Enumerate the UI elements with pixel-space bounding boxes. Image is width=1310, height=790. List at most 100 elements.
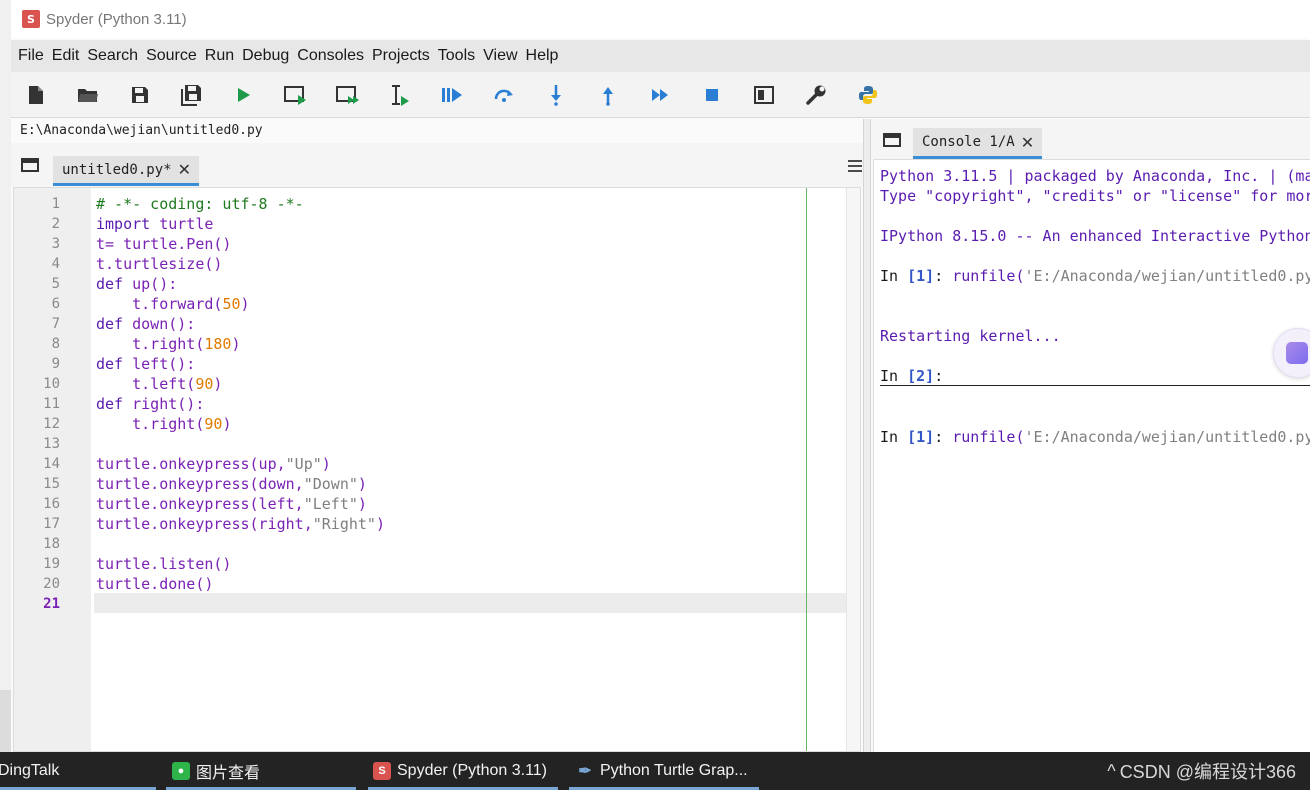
code-text: right(): bbox=[123, 395, 205, 413]
code-line-10: t.left(90) bbox=[96, 374, 222, 394]
prompt-underline bbox=[880, 385, 1310, 386]
console-tab-bar: Console 1/A ✕ bbox=[871, 119, 1310, 159]
maximize-pane-icon[interactable] bbox=[752, 83, 776, 107]
taskbar-item-label: Spyder (Python 3.11) bbox=[397, 762, 548, 779]
code-text: ) bbox=[375, 515, 385, 533]
code-string: "Left" bbox=[303, 495, 358, 513]
pane-browse-tabs-icon[interactable] bbox=[883, 132, 901, 151]
menu-help[interactable]: Help bbox=[526, 47, 559, 65]
prompt-in: In bbox=[880, 267, 899, 285]
close-tab-icon[interactable]: ✕ bbox=[1021, 133, 1034, 152]
edge-line bbox=[806, 188, 807, 751]
code-string: "Right" bbox=[312, 515, 376, 533]
menu-run[interactable]: Run bbox=[205, 47, 234, 65]
line-number: 1 bbox=[51, 196, 60, 212]
code-editor[interactable]: 1 2 3 4 5 6 7 8 9 10 11 12 13 14 15 16 1… bbox=[13, 187, 861, 752]
new-file-icon[interactable] bbox=[24, 83, 48, 107]
code-line-15: turtle.onkeypress(down,"Down") bbox=[96, 474, 367, 494]
editor-tab-bar: untitled0.py* ✕ bbox=[11, 143, 863, 187]
tray-chevron-icon[interactable]: ^ bbox=[1107, 761, 1115, 782]
console-prompt-line[interactable]: In [2]: bbox=[880, 366, 943, 386]
python-path-icon[interactable] bbox=[856, 83, 880, 107]
save-all-icon[interactable] bbox=[180, 83, 204, 107]
line-number: 4 bbox=[51, 256, 60, 272]
console-input-line: In [1]: runfile('E:/Anaconda/wejian/unti… bbox=[880, 266, 1310, 286]
line-number: 6 bbox=[51, 296, 60, 312]
stop-debug-icon[interactable] bbox=[700, 83, 724, 107]
line-number: 19 bbox=[43, 556, 60, 572]
run-cell-advance-icon[interactable] bbox=[336, 83, 360, 107]
line-number: 3 bbox=[51, 236, 60, 252]
code-text: ) bbox=[357, 475, 367, 493]
taskbar-item-label: 图片查看 bbox=[196, 765, 261, 782]
code-text: up(): bbox=[123, 275, 178, 293]
preferences-wrench-icon[interactable] bbox=[804, 83, 828, 107]
menu-edit[interactable]: Edit bbox=[52, 47, 80, 65]
line-number: 10 bbox=[43, 376, 60, 392]
taskbar-item-spyder[interactable]: S Spyder (Python 3.11) bbox=[368, 752, 558, 790]
tab-untitled0[interactable]: untitled0.py* ✕ bbox=[53, 156, 199, 186]
save-icon[interactable] bbox=[128, 83, 152, 107]
code-text: turtle.done() bbox=[96, 575, 214, 593]
line-number: 12 bbox=[43, 416, 60, 432]
code-number: 50 bbox=[222, 295, 241, 313]
code-string: "Up" bbox=[285, 455, 322, 473]
code-text: ) bbox=[222, 415, 232, 433]
code-text: t.forward( bbox=[96, 295, 223, 313]
console-input-line: In [1]: runfile('E:/Anaconda/wejian/unti… bbox=[880, 427, 1310, 447]
line-number: 8 bbox=[51, 336, 60, 352]
floating-assistant-widget[interactable] bbox=[1273, 328, 1310, 378]
pane-browse-tabs-icon[interactable] bbox=[21, 157, 39, 176]
step-into-icon[interactable] bbox=[544, 83, 568, 107]
run-cell-icon[interactable] bbox=[284, 83, 308, 107]
step-over-icon[interactable] bbox=[492, 83, 516, 107]
code-text: turtle.onkeypress(down, bbox=[96, 475, 304, 493]
open-folder-icon[interactable] bbox=[76, 83, 100, 107]
debug-file-icon[interactable] bbox=[440, 83, 464, 107]
line-number-gutter: 1 2 3 4 5 6 7 8 9 10 11 12 13 14 15 16 1… bbox=[14, 188, 91, 751]
code-line-8: t.right(180) bbox=[96, 334, 240, 354]
code-line-16: turtle.onkeypress(left,"Left") bbox=[96, 494, 367, 514]
tab-label: untitled0.py* bbox=[62, 161, 172, 178]
code-line-12: t.right(90) bbox=[96, 414, 231, 434]
console-banner-line: IPython 8.15.0 -- An enhanced Interactiv… bbox=[880, 227, 1310, 245]
taskbar-item-turtle[interactable]: ✒ Python Turtle Grap... bbox=[569, 752, 759, 790]
code-line-20: turtle.done() bbox=[96, 574, 213, 594]
editor-file-path: E:\Anaconda\wejian\untitled0.py bbox=[11, 119, 863, 143]
code-number: 90 bbox=[204, 415, 223, 433]
menu-search[interactable]: Search bbox=[87, 47, 138, 65]
line-number: 17 bbox=[43, 516, 60, 532]
line-number: 9 bbox=[51, 356, 60, 372]
taskbar-item-dingtalk[interactable]: DingTalk bbox=[0, 752, 156, 790]
code-text: t.left( bbox=[96, 375, 196, 393]
spyder-window: S Spyder (Python 3.11) File Edit Search … bbox=[11, 0, 1310, 752]
run-file-icon[interactable] bbox=[232, 83, 256, 107]
code-line-19: turtle.listen() bbox=[96, 554, 231, 574]
continue-icon[interactable] bbox=[648, 83, 672, 107]
tab-console-1a[interactable]: Console 1/A ✕ bbox=[913, 128, 1043, 159]
editor-scrollbar[interactable] bbox=[846, 188, 860, 751]
code-text: ) bbox=[240, 295, 250, 313]
menu-file[interactable]: File bbox=[18, 47, 44, 65]
code-number: 180 bbox=[204, 335, 232, 353]
prompt-number: 1 bbox=[916, 267, 926, 285]
menu-view[interactable]: View bbox=[483, 47, 517, 65]
taskbar-item-image-viewer[interactable]: ● 图片查看 bbox=[166, 752, 356, 790]
toolbar bbox=[11, 72, 1310, 118]
taskbar-item-label: Python Turtle Grap... bbox=[600, 762, 748, 779]
code-keyword: def bbox=[96, 275, 124, 293]
code-text: t= turtle.Pen() bbox=[96, 235, 232, 253]
menu-debug[interactable]: Debug bbox=[242, 47, 289, 65]
menu-consoles[interactable]: Consoles bbox=[297, 47, 364, 65]
options-menu-icon[interactable] bbox=[847, 157, 863, 176]
menu-projects[interactable]: Projects bbox=[372, 47, 430, 65]
menu-source[interactable]: Source bbox=[146, 47, 197, 65]
menu-tools[interactable]: Tools bbox=[438, 47, 475, 65]
pane-splitter[interactable] bbox=[863, 119, 871, 752]
step-return-icon[interactable] bbox=[596, 83, 620, 107]
code-line-14: turtle.onkeypress(up,"Up") bbox=[96, 454, 331, 474]
code-text: turtle.onkeypress(left, bbox=[96, 495, 304, 513]
run-selection-icon[interactable] bbox=[388, 83, 412, 107]
close-tab-icon[interactable]: ✕ bbox=[178, 160, 191, 179]
ipython-console[interactable]: Python 3.11.5 | packaged by Anaconda, In… bbox=[873, 159, 1310, 752]
